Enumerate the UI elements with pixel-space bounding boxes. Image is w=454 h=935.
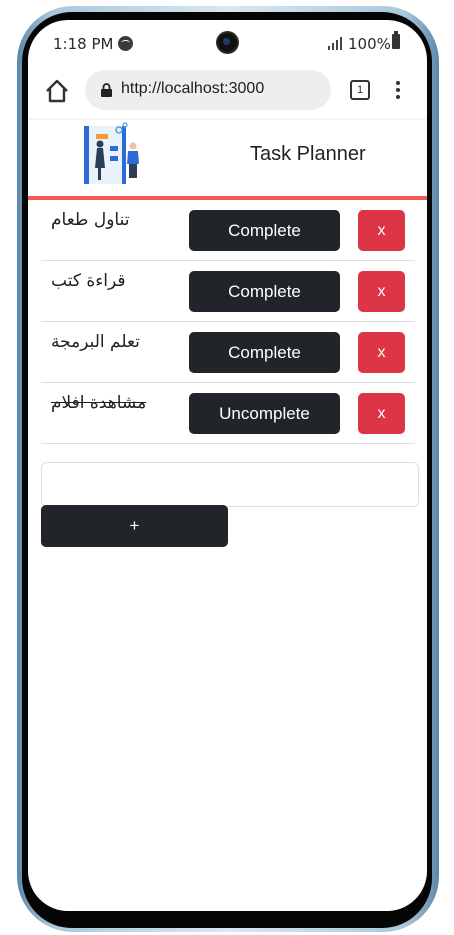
address-bar[interactable]: http://localhost:3000 bbox=[85, 70, 331, 110]
complete-button[interactable]: Complete bbox=[189, 332, 340, 373]
tabs-icon[interactable]: 1 bbox=[350, 80, 370, 100]
task-list: تناول طعام Complete x قراءة كتب Complete… bbox=[41, 200, 415, 444]
task-row: قراءة كتب Complete x bbox=[41, 261, 415, 322]
task-row: تعلم البرمجة Complete x bbox=[41, 322, 415, 383]
task-text: قراءة كتب bbox=[51, 271, 126, 291]
app-header: Task Planner bbox=[28, 120, 427, 197]
task-text: تناول طعام bbox=[51, 210, 130, 230]
delete-button[interactable]: x bbox=[358, 210, 405, 251]
task-row: تناول طعام Complete x bbox=[41, 200, 415, 261]
app-title: Task Planner bbox=[250, 143, 366, 165]
delete-button[interactable]: x bbox=[358, 393, 405, 434]
new-task-input[interactable] bbox=[41, 462, 419, 507]
uncomplete-button[interactable]: Uncomplete bbox=[189, 393, 340, 434]
more-menu-icon[interactable] bbox=[396, 81, 400, 99]
spotify-icon bbox=[118, 36, 133, 51]
battery-percent: 100% bbox=[348, 35, 391, 53]
url-text: http://localhost:3000 bbox=[121, 80, 265, 97]
task-text-completed: مشاهدة افلام bbox=[51, 393, 147, 413]
status-time: 1:18 PM bbox=[53, 35, 114, 53]
app-logo bbox=[84, 122, 139, 184]
lock-icon bbox=[101, 83, 112, 97]
browser-toolbar: http://localhost:3000 1 bbox=[28, 68, 427, 120]
phone-screen: 1:18 PM 100% http://localhost:3000 1 Tas… bbox=[28, 20, 427, 911]
signal-icon bbox=[328, 36, 344, 50]
front-camera bbox=[218, 33, 237, 52]
delete-button[interactable]: x bbox=[358, 332, 405, 373]
home-icon[interactable] bbox=[44, 78, 70, 104]
battery-icon bbox=[392, 31, 400, 49]
complete-button[interactable]: Complete bbox=[189, 210, 340, 251]
complete-button[interactable]: Complete bbox=[189, 271, 340, 312]
task-row: مشاهدة افلام Uncomplete x bbox=[41, 383, 415, 444]
task-text: تعلم البرمجة bbox=[51, 332, 140, 352]
delete-button[interactable]: x bbox=[358, 271, 405, 312]
status-bar: 1:18 PM 100% bbox=[28, 20, 427, 68]
add-task-button[interactable]: + bbox=[41, 505, 228, 547]
